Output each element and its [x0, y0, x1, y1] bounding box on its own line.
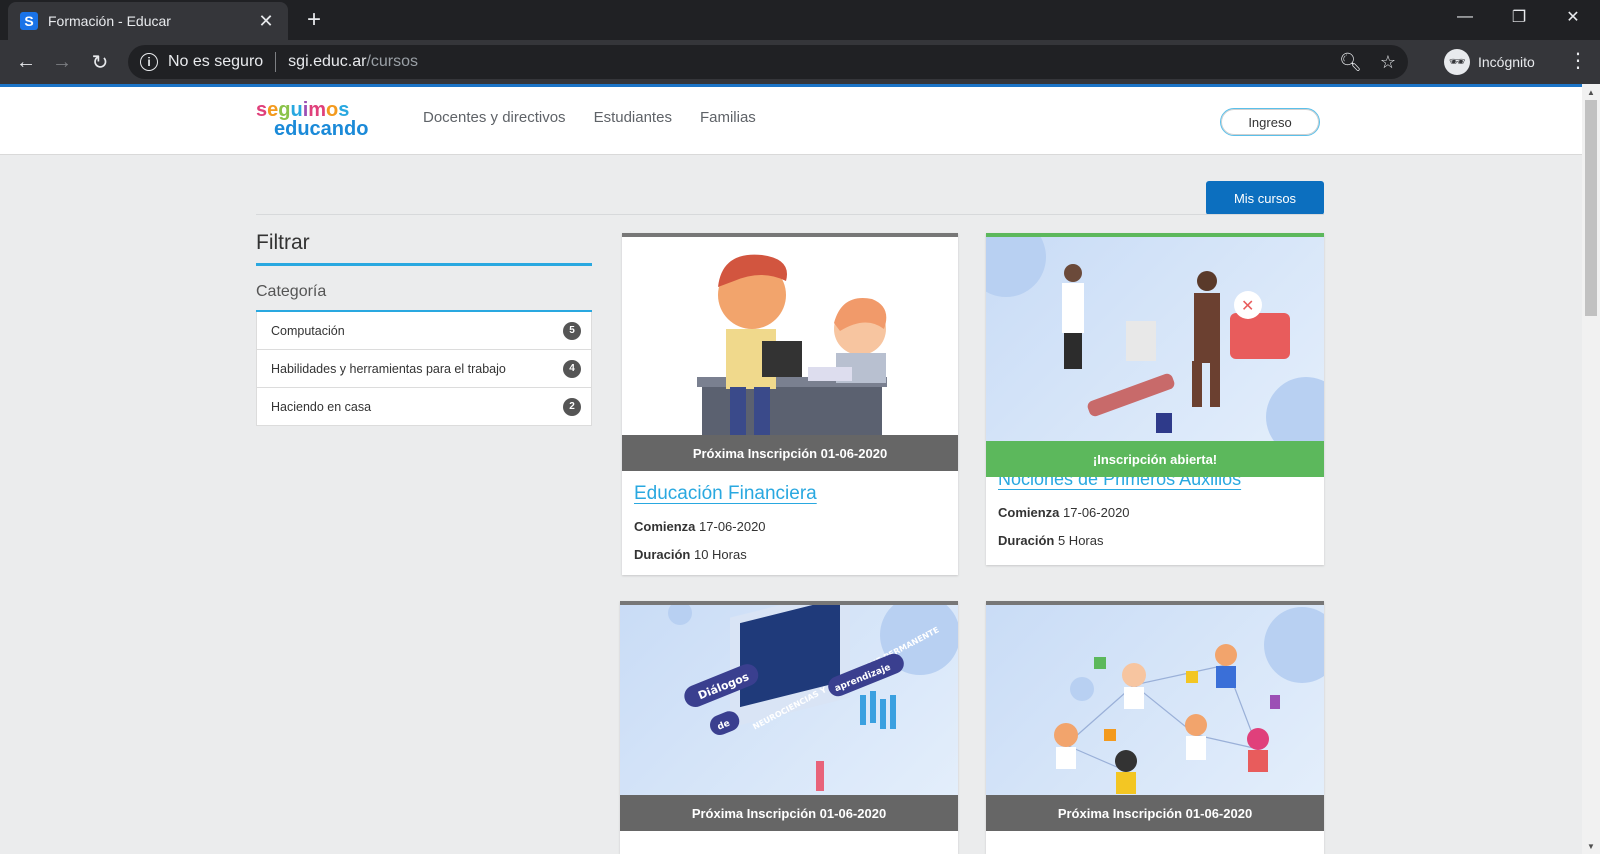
scroll-thumb[interactable] [1585, 100, 1597, 316]
url-path: /cursos [366, 53, 419, 70]
nav-estudiantes[interactable]: Estudiantes [594, 109, 672, 126]
logo-line-2: educando [274, 118, 369, 140]
bookmark-star-icon[interactable]: ☆ [1380, 52, 1396, 73]
browser-tab[interactable]: S Formación - Educar ✕ [8, 2, 288, 40]
course-duration-value: 5 Horas [1057, 533, 1104, 548]
course-card-educacion-financiera[interactable]: Próxima Inscripción 01-06-2020 Educación… [622, 233, 958, 575]
security-status: No es seguro [168, 53, 264, 70]
category-count-badge: 2 [563, 397, 581, 416]
course-start: Comienza 17-06-2020 [634, 519, 766, 534]
course-duration: Duración 10 Horas [634, 547, 747, 562]
category-name: Habilidades y herramientas para el traba… [271, 361, 506, 376]
login-button[interactable]: Ingreso [1220, 108, 1320, 136]
course-status-banner: Próxima Inscripción 01-06-2020 [620, 795, 958, 831]
course-card-primeros-auxilios[interactable]: Nociones de Primeros Auxilios Comienza 1… [986, 233, 1324, 565]
category-count-badge: 4 [563, 359, 581, 378]
incognito-icon: 🕶︎ [1444, 49, 1470, 75]
course-image [986, 605, 1324, 795]
browser-toolbar: ← → ↻ i No es seguro sgi.educ.ar/cursos … [0, 40, 1600, 84]
scroll-down-icon[interactable]: ▼ [1582, 838, 1600, 854]
page-scrollbar[interactable]: ▲ ▼ [1582, 84, 1600, 854]
course-start-date: 17-06-2020 [1063, 505, 1130, 520]
section-divider [256, 214, 1324, 215]
info-icon[interactable]: i [140, 53, 158, 71]
category-name: Haciendo en casa [271, 399, 372, 414]
filter-title: Filtrar [256, 231, 310, 254]
category-list: Computación 5 Habilidades y herramientas… [256, 310, 592, 426]
course-image: NEUROCIENCIAS Y APRENDIZAJE PERMANENTE D… [620, 605, 958, 795]
browser-tabbar: S Formación - Educar ✕ + — ❐ ✕ [0, 0, 1600, 40]
browser-menu-icon[interactable]: ⋮ [1568, 48, 1588, 73]
close-tab-icon[interactable]: ✕ [256, 11, 276, 32]
main-nav: Docentes y directivos Estudiantes Famili… [423, 109, 756, 126]
course-duration-label: Duración [998, 533, 1055, 548]
course-status-banner: Próxima Inscripción 01-06-2020 [986, 795, 1324, 831]
course-status-banner: ¡Inscripción abierta! [986, 441, 1324, 477]
category-item-computacion[interactable]: Computación 5 [256, 312, 592, 350]
filter-underline [256, 263, 592, 266]
course-duration-label: Duración [634, 547, 691, 562]
page-content: seguimos educando Docentes y directivos … [0, 87, 1582, 854]
scroll-up-icon[interactable]: ▲ [1582, 84, 1600, 100]
site-header: seguimos educando Docentes y directivos … [0, 87, 1582, 155]
course-duration-value: 10 Horas [693, 547, 747, 562]
category-count-badge: 5 [563, 321, 581, 340]
my-courses-button[interactable]: Mis cursos [1206, 181, 1324, 215]
course-card-comunicacion[interactable]: Próxima Inscripción 01-06-2020 [986, 601, 1324, 854]
nav-docentes[interactable]: Docentes y directivos [423, 109, 566, 126]
category-name: Computación [271, 323, 345, 338]
omnibox-divider [275, 52, 277, 72]
forward-button[interactable]: → [46, 46, 78, 78]
course-start: Comienza 17-06-2020 [998, 505, 1130, 520]
incognito-label: Incógnito [1478, 54, 1535, 70]
close-window-button[interactable]: ✕ [1546, 0, 1600, 34]
url-host: sgi.educ.ar [288, 53, 367, 70]
tab-title: Formación - Educar [48, 13, 171, 29]
site-favicon-icon: S [20, 12, 38, 30]
address-bar[interactable]: i No es seguro sgi.educ.ar/cursos 🔍︎ ☆ [128, 45, 1408, 79]
site-logo[interactable]: seguimos educando [256, 100, 369, 140]
reload-button[interactable]: ↻ [84, 46, 116, 78]
category-item-habilidades[interactable]: Habilidades y herramientas para el traba… [256, 350, 592, 388]
svg-text:✕: ✕ [1241, 296, 1254, 315]
category-title: Categoría [256, 283, 327, 300]
minimize-window-button[interactable]: — [1438, 0, 1492, 34]
course-image: ✕ [986, 237, 1324, 441]
new-tab-button[interactable]: + [300, 6, 328, 34]
course-status-banner: Próxima Inscripción 01-06-2020 [622, 435, 958, 471]
category-item-haciendo-en-casa[interactable]: Haciendo en casa 2 [256, 388, 592, 426]
course-start-label: Comienza [634, 519, 696, 534]
restore-window-button[interactable]: ❐ [1492, 0, 1546, 34]
course-start-label: Comienza [998, 505, 1060, 520]
course-start-date: 17-06-2020 [699, 519, 766, 534]
incognito-indicator[interactable]: 🕶︎ Incógnito [1444, 48, 1535, 76]
course-image [622, 237, 958, 435]
nav-familias[interactable]: Familias [700, 109, 756, 126]
course-title-link[interactable]: Educación Financiera [634, 483, 817, 505]
course-duration: Duración 5 Horas [998, 533, 1104, 548]
course-card-neurociencias[interactable]: NEUROCIENCIAS Y APRENDIZAJE PERMANENTE D… [620, 601, 958, 854]
zoom-icon[interactable]: 🔍︎ [1339, 52, 1362, 73]
back-button[interactable]: ← [10, 46, 42, 78]
